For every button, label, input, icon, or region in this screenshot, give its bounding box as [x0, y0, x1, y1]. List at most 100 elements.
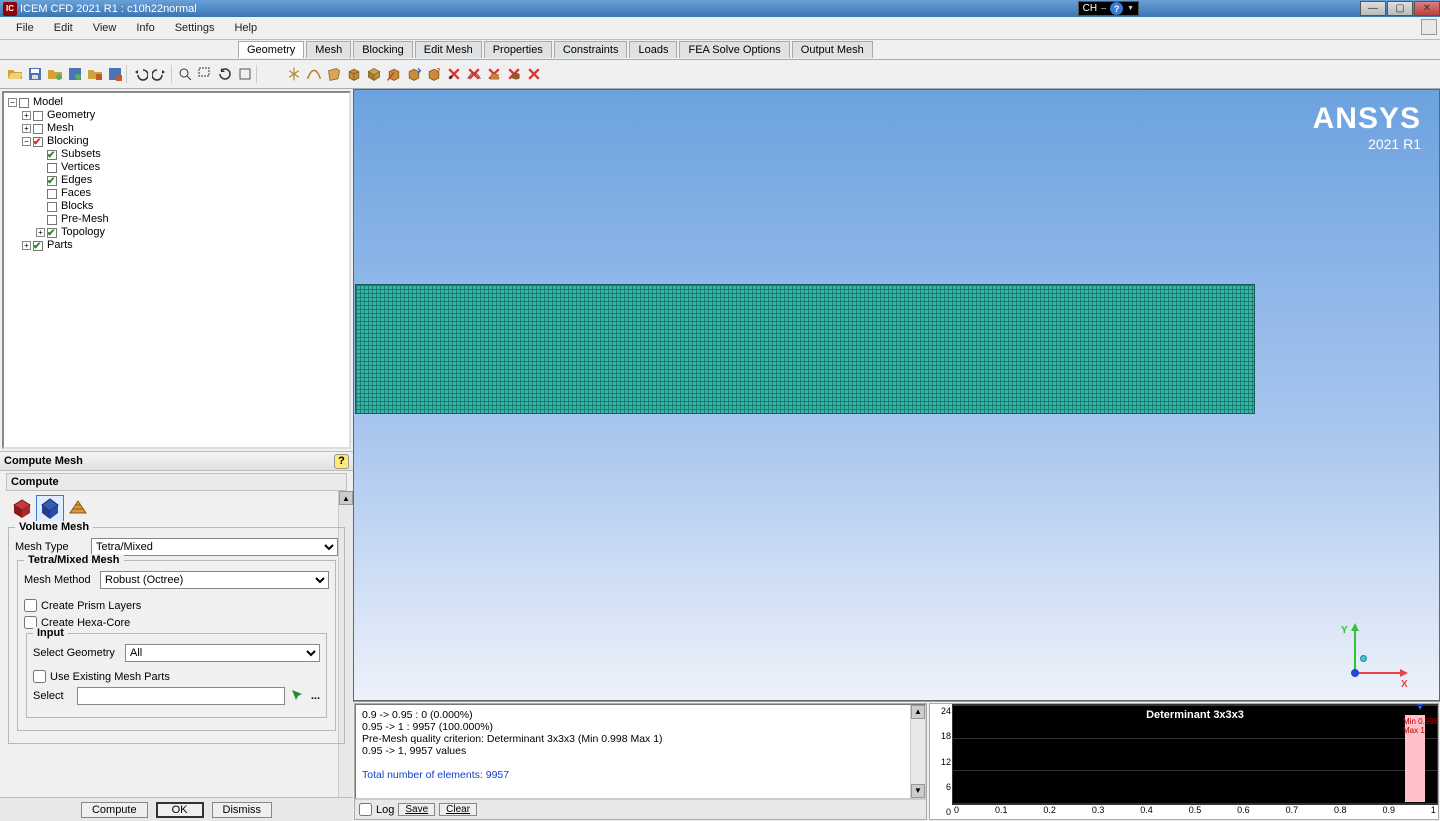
tree-expand-icon[interactable]: +: [36, 228, 45, 237]
point-icon[interactable]: [285, 65, 303, 83]
tree-item-blocks[interactable]: Blocks: [59, 200, 93, 213]
log-save-button[interactable]: Save: [398, 803, 435, 816]
undo-icon[interactable]: [131, 65, 149, 83]
tree-checkbox[interactable]: [47, 202, 57, 212]
tree-expand-icon[interactable]: +: [22, 241, 31, 250]
maximize-button[interactable]: ▢: [1387, 1, 1413, 16]
tab-constraints[interactable]: Constraints: [554, 41, 628, 58]
delete-any-icon[interactable]: [525, 65, 543, 83]
log-checkbox[interactable]: [359, 803, 372, 816]
pick-icon[interactable]: [289, 687, 307, 705]
open-project-icon[interactable]: [86, 65, 104, 83]
tree-checkbox[interactable]: [33, 137, 43, 147]
use-existing-checkbox[interactable]: [33, 670, 46, 683]
dropdown-arrow-icon[interactable]: ▼: [1127, 5, 1134, 12]
fit-icon[interactable]: [176, 65, 194, 83]
tab-geometry[interactable]: Geometry: [238, 41, 304, 58]
prism-mesh-icon[interactable]: [64, 495, 92, 523]
tab-edit-mesh[interactable]: Edit Mesh: [415, 41, 482, 58]
restore-dormant-icon[interactable]: ?: [425, 65, 443, 83]
more-icon[interactable]: ...: [311, 690, 320, 702]
tab-loads[interactable]: Loads: [629, 41, 677, 58]
menu-view[interactable]: View: [83, 20, 127, 36]
tree-checkbox[interactable]: [33, 111, 43, 121]
tree-checkbox[interactable]: [47, 228, 57, 238]
repair-icon[interactable]: [385, 65, 403, 83]
ok-button[interactable]: OK: [156, 802, 204, 818]
histogram-plot[interactable]: Determinant 3x3x3 ▼ Min 0.998Max 1 0 0.1…: [952, 704, 1438, 819]
body-icon[interactable]: [345, 65, 363, 83]
wireframe-icon[interactable]: [236, 65, 254, 83]
faceted-icon[interactable]: [365, 65, 383, 83]
menu-file[interactable]: File: [6, 20, 44, 36]
transform-icon[interactable]: [405, 65, 423, 83]
tree-checkbox[interactable]: [19, 98, 29, 108]
create-prism-checkbox[interactable]: [24, 599, 37, 612]
delete-curve-icon[interactable]: [465, 65, 483, 83]
tree-root-label[interactable]: Model: [31, 96, 63, 109]
mdi-restore-button[interactable]: [1421, 19, 1437, 35]
delete-body-icon[interactable]: [505, 65, 523, 83]
menu-edit[interactable]: Edit: [44, 20, 83, 36]
tree-item-geometry[interactable]: Geometry: [45, 109, 95, 122]
select-geometry-select[interactable]: All: [125, 644, 320, 662]
tree-checkbox[interactable]: [47, 215, 57, 225]
refresh-icon[interactable]: [216, 65, 234, 83]
tree-checkbox[interactable]: [47, 163, 57, 173]
tab-mesh[interactable]: Mesh: [306, 41, 351, 58]
save-icon[interactable]: [26, 65, 44, 83]
tree-expand-icon[interactable]: −: [22, 137, 31, 146]
mesh-type-select[interactable]: Tetra/Mixed: [91, 538, 338, 556]
tree-checkbox[interactable]: [47, 189, 57, 199]
tree-item-blocking[interactable]: Blocking: [45, 135, 89, 148]
model-tree[interactable]: − Model + Geometry + Mesh − Blocking Subsets…: [2, 91, 351, 449]
tree-expand-icon[interactable]: +: [22, 111, 31, 120]
open-icon[interactable]: [6, 65, 24, 83]
menu-settings[interactable]: Settings: [165, 20, 225, 36]
language-widget[interactable]: CH ⎯ ? ▼: [1078, 1, 1139, 16]
compute-button[interactable]: Compute: [81, 802, 148, 818]
dismiss-button[interactable]: Dismiss: [212, 802, 273, 818]
surface-icon[interactable]: [325, 65, 343, 83]
tree-item-vertices[interactable]: Vertices: [59, 161, 100, 174]
tree-item-edges[interactable]: Edges: [59, 174, 92, 187]
tree-checkbox[interactable]: [47, 150, 57, 160]
message-log-text[interactable]: 0.9 -> 0.95 : 0 (0.000%) 0.95 -> 1 : 995…: [355, 704, 926, 799]
save-project-icon[interactable]: [106, 65, 124, 83]
menu-info[interactable]: Info: [126, 20, 164, 36]
tree-item-parts[interactable]: Parts: [45, 239, 73, 252]
log-clear-button[interactable]: Clear: [439, 803, 477, 816]
delete-point-icon[interactable]: [445, 65, 463, 83]
volume-mesh-icon[interactable]: [36, 495, 64, 523]
viewport[interactable]: ANSYS 2021 R1 Y X: [354, 90, 1439, 700]
panel-help-icon[interactable]: ?: [334, 454, 349, 469]
tab-fea-solve[interactable]: FEA Solve Options: [679, 41, 789, 58]
tree-item-topology[interactable]: Topology: [59, 226, 105, 239]
tab-properties[interactable]: Properties: [484, 41, 552, 58]
log-scrollbar[interactable]: ▲▼: [910, 705, 925, 798]
mesh-method-select[interactable]: Robust (Octree): [100, 571, 329, 589]
curve-icon[interactable]: [305, 65, 323, 83]
tree-expand-icon[interactable]: +: [22, 124, 31, 133]
select-parts-input[interactable]: [77, 687, 285, 705]
open-geometry-icon[interactable]: [46, 65, 64, 83]
menu-help[interactable]: Help: [224, 20, 267, 36]
tree-item-faces[interactable]: Faces: [59, 187, 91, 200]
tree-item-premesh[interactable]: Pre-Mesh: [59, 213, 109, 226]
help-icon[interactable]: ?: [1110, 2, 1123, 15]
tree-checkbox[interactable]: [33, 124, 43, 134]
zoom-box-icon[interactable]: [196, 65, 214, 83]
tree-checkbox[interactable]: [33, 241, 43, 251]
tree-item-subsets[interactable]: Subsets: [59, 148, 101, 161]
tree-checkbox[interactable]: [47, 176, 57, 186]
close-button[interactable]: ✕: [1414, 1, 1440, 16]
surface-mesh-icon[interactable]: [8, 495, 36, 523]
tree-expand-icon[interactable]: −: [8, 98, 17, 107]
tab-output-mesh[interactable]: Output Mesh: [792, 41, 873, 58]
redo-icon[interactable]: [151, 65, 169, 83]
tab-blocking[interactable]: Blocking: [353, 41, 413, 58]
tree-item-mesh[interactable]: Mesh: [45, 122, 74, 135]
save-geometry-icon[interactable]: [66, 65, 84, 83]
minimize-button[interactable]: —: [1360, 1, 1386, 16]
delete-surface-icon[interactable]: [485, 65, 503, 83]
